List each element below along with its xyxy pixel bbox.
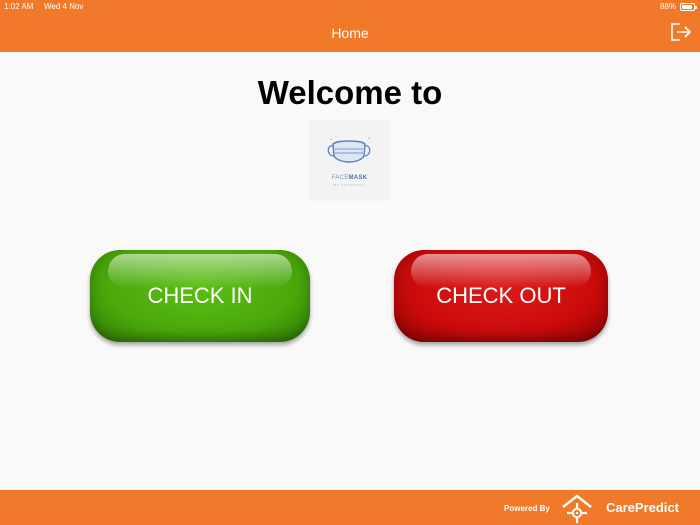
- status-bar: 1:02 AM Wed 4 Nov 88%: [0, 0, 700, 14]
- check-in-label: CHECK IN: [147, 283, 253, 308]
- status-time: 1:02 AM: [4, 2, 34, 11]
- battery-percentage: 88%: [659, 2, 676, 11]
- logo-wordmark: FACEMASK: [331, 175, 368, 181]
- logo-tagline: BY ANYTHING: [333, 183, 366, 187]
- status-date: Wed 4 Nov: [44, 2, 84, 11]
- navigation-bar: 1:02 AM Wed 4 Nov 88% Home: [0, 0, 700, 52]
- carepredict-logo-icon: [562, 494, 592, 523]
- battery-level: [682, 5, 692, 9]
- facemask-logo: FACEMASK BY ANYTHING: [309, 120, 390, 201]
- carepredict-brand: CarePredict: [606, 500, 679, 515]
- powered-by-label: Powered By: [504, 504, 550, 513]
- check-out-button[interactable]: CHECK OUT: [394, 250, 608, 342]
- check-out-label: CHECK OUT: [436, 283, 566, 308]
- logout-icon: [671, 23, 692, 41]
- face-mask-icon: [327, 135, 371, 163]
- footer-bar: Powered By CarePredict: [0, 490, 700, 525]
- battery-icon: [680, 3, 697, 11]
- welcome-heading: Welcome to: [257, 74, 443, 111]
- check-in-button[interactable]: CHECK IN: [90, 250, 310, 342]
- page-title: Home: [331, 25, 369, 41]
- logout-button[interactable]: [670, 22, 692, 42]
